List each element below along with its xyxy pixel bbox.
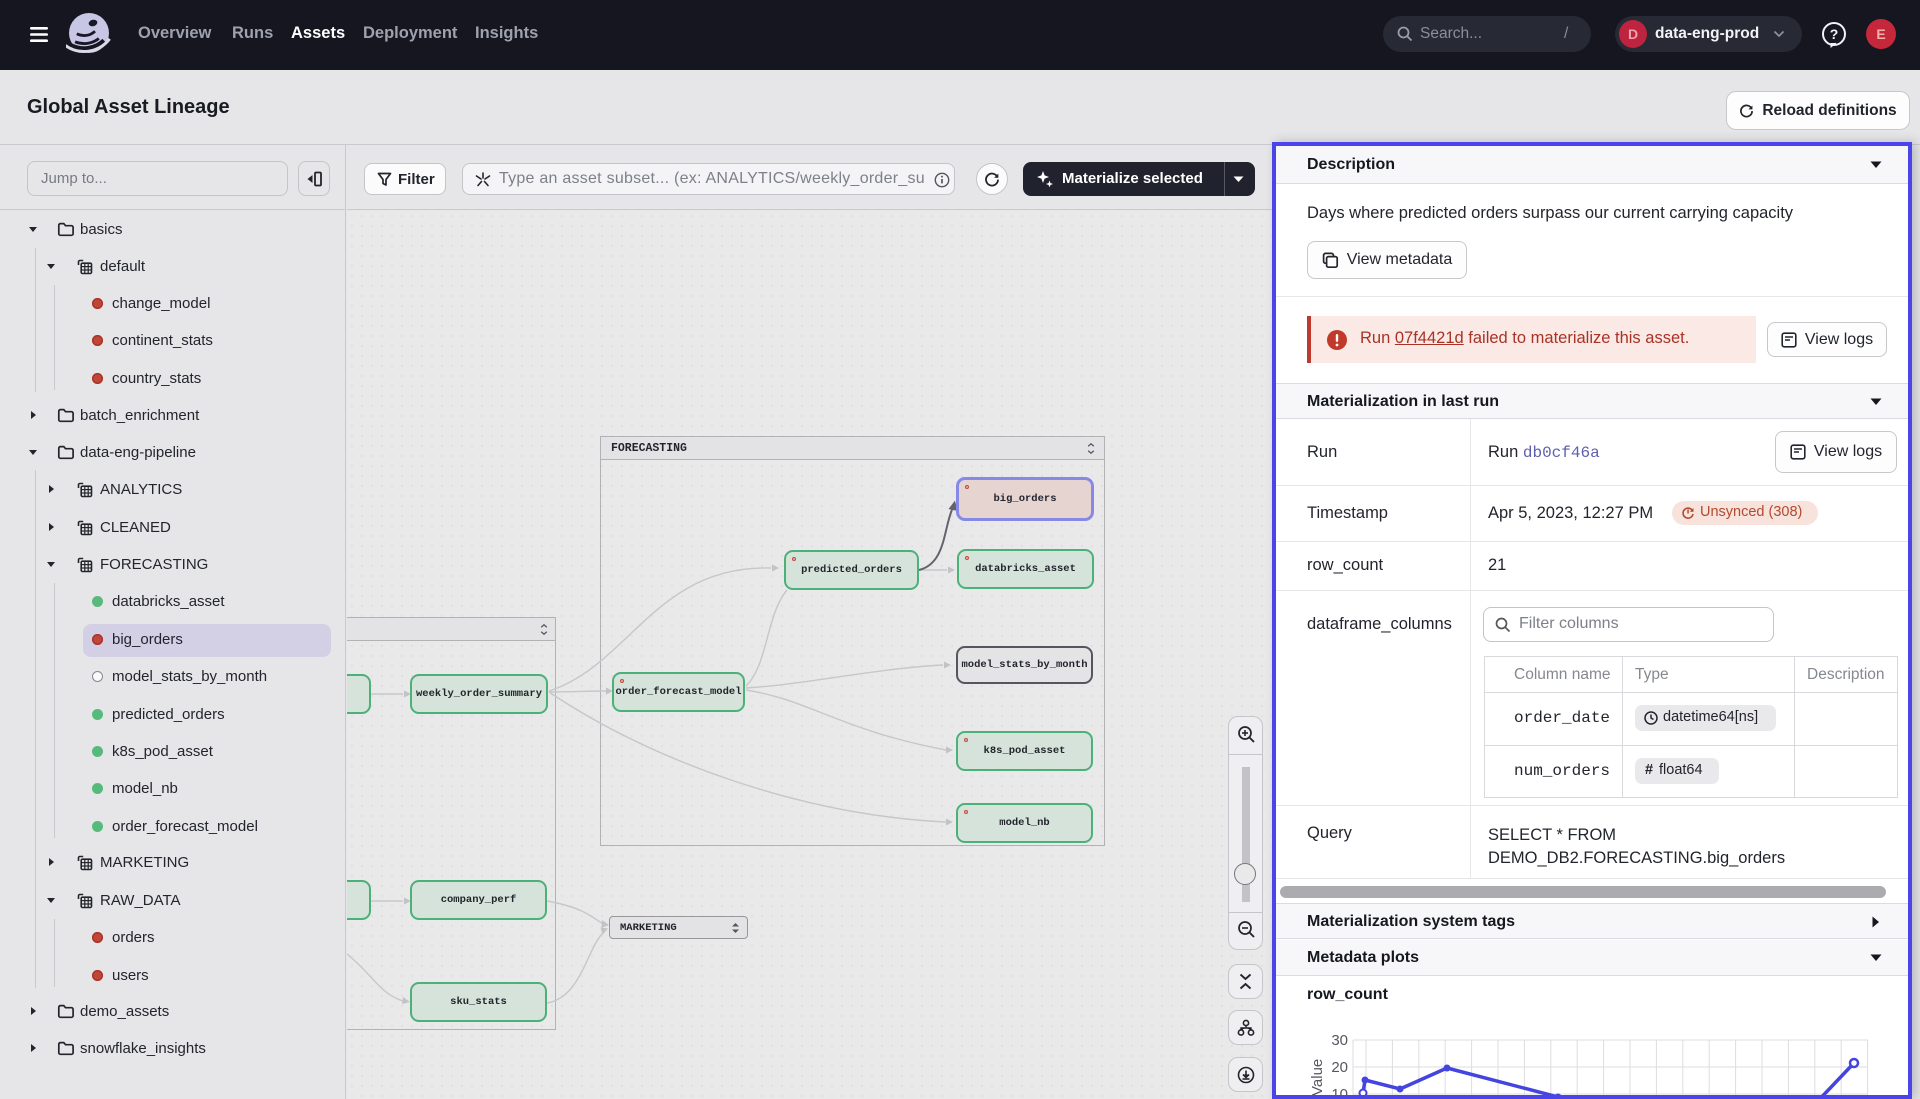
svg-text:Value: Value <box>1309 1059 1326 1095</box>
svg-text:10: 10 <box>1331 1086 1348 1095</box>
svg-text:30: 30 <box>1331 1032 1348 1049</box>
svg-text:20: 20 <box>1331 1059 1348 1076</box>
svg-text:?: ? <box>1830 26 1839 42</box>
